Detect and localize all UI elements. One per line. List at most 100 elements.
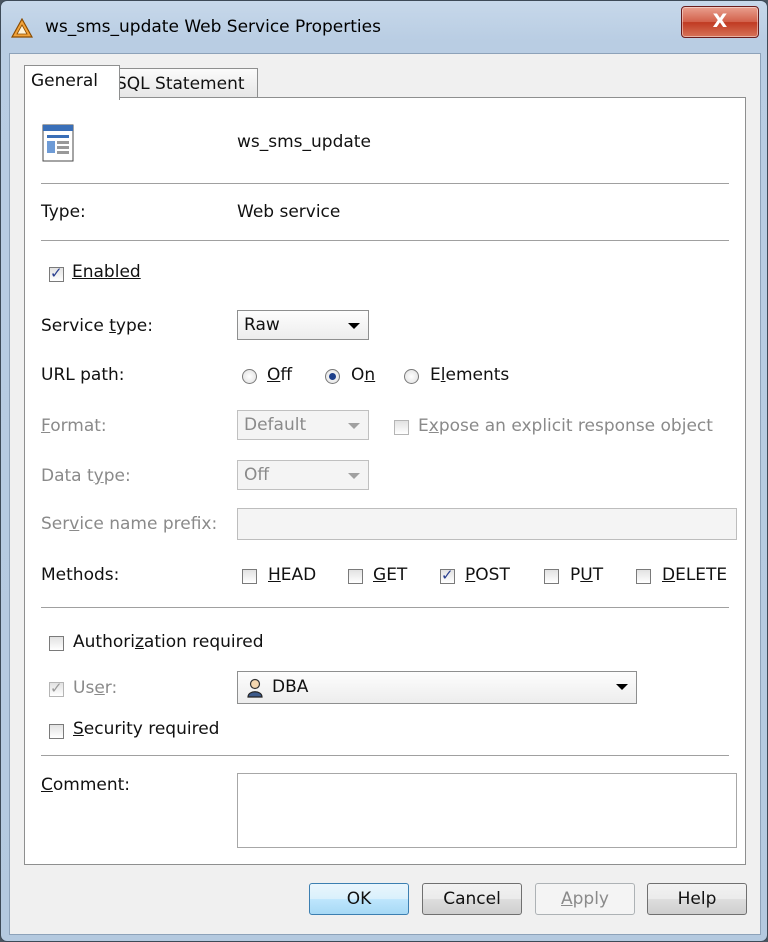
method-head-checkbox[interactable] (242, 569, 257, 584)
user-label[interactable]: User: (73, 678, 117, 698)
label-key: A (560, 889, 573, 909)
label-part: ice name prefix: (79, 514, 218, 534)
enabled-label-text: Enabled (72, 262, 141, 282)
label-key: S (73, 719, 84, 739)
label-part: Us (73, 678, 95, 698)
label-part: EAD (280, 565, 317, 585)
enabled-label[interactable]: Enabled (72, 262, 141, 282)
close-button[interactable]: X (681, 6, 759, 38)
security-checkbox[interactable] (49, 724, 64, 739)
cancel-button[interactable]: Cancel (422, 883, 522, 915)
dialog-window: ws_sms_update Web Service Properties X G… (0, 0, 768, 942)
chevron-down-icon (348, 323, 360, 329)
format-select[interactable]: Default (237, 410, 369, 440)
authorization-checkbox[interactable] (49, 636, 64, 651)
label-key: U (580, 565, 593, 585)
label-part: O (351, 365, 365, 385)
sybase-app-icon (11, 18, 33, 38)
tab-sql-statement[interactable]: SQL Statement (109, 68, 258, 99)
label-part: ELETE (675, 565, 728, 585)
label-part: E (430, 365, 441, 385)
url-path-off-label[interactable]: Off (267, 365, 292, 385)
expose-response-label[interactable]: Expose an explicit response object (418, 416, 713, 436)
label-part: Data t (41, 466, 94, 486)
method-post-label[interactable]: POST (465, 565, 510, 585)
method-get-checkbox[interactable] (348, 569, 363, 584)
label-part: pply (572, 889, 609, 909)
label-key: z (134, 632, 144, 652)
service-type-value: Raw (244, 315, 280, 335)
label-part: pe: (103, 466, 131, 486)
user-select[interactable]: DBA (237, 671, 637, 704)
service-name-prefix-label: Service name prefix: (41, 514, 217, 534)
service-name-prefix-input[interactable] (237, 508, 737, 540)
data-type-label: Data type: (41, 466, 131, 486)
label-key: O (267, 365, 281, 385)
divider (41, 755, 729, 756)
method-delete-checkbox[interactable] (636, 569, 651, 584)
service-type-label: Service type: (41, 316, 153, 336)
data-type-select[interactable]: Off (237, 460, 369, 490)
label-part: Ser (41, 514, 70, 534)
label-part: ff (280, 365, 293, 385)
chevron-down-icon (616, 684, 628, 690)
label-part: Service (41, 316, 110, 336)
label-key: y (93, 466, 104, 486)
title-bar[interactable]: ws_sms_update Web Service Properties X (1, 1, 767, 53)
web-service-icon (42, 124, 74, 162)
comment-label: Comment: (41, 775, 130, 795)
url-path-off-radio[interactable] (242, 369, 257, 384)
enabled-checkbox[interactable] (49, 264, 64, 282)
service-name: ws_sms_update (237, 132, 371, 152)
label-key: x (428, 416, 439, 436)
close-icon: X (712, 10, 728, 32)
label-part: ements (445, 365, 510, 385)
tab-general[interactable]: General (24, 65, 120, 100)
label-key: P (465, 565, 476, 585)
format-label: Format: (41, 416, 107, 436)
dialog-client: General SQL Statement ws_sms_update Type… (9, 53, 761, 935)
method-put-label[interactable]: PUT (570, 565, 603, 585)
apply-button[interactable]: Apply (535, 883, 635, 915)
label-part: E (418, 416, 429, 436)
security-label[interactable]: Security required (73, 719, 219, 739)
cancel-label: Cancel (443, 889, 501, 909)
user-icon (247, 678, 263, 698)
label-part: OST (475, 565, 510, 585)
method-delete-label[interactable]: DELETE (662, 565, 727, 585)
ok-button[interactable]: OK (309, 883, 409, 915)
url-path-label: URL path: (41, 365, 125, 385)
label-part: omment: (52, 775, 131, 795)
url-path-on-radio[interactable] (325, 369, 340, 384)
method-get-label[interactable]: GET (373, 565, 407, 585)
label-part: ype: (115, 316, 153, 336)
format-value: Default (244, 415, 307, 435)
label-part: Authori (73, 632, 135, 652)
chevron-down-icon (348, 473, 360, 479)
label-part: P (570, 565, 581, 585)
label-part: ation required (143, 632, 264, 652)
label-key: H (268, 565, 281, 585)
comment-textarea[interactable] (237, 773, 737, 848)
label-part: ET (386, 565, 408, 585)
help-button[interactable]: Help (647, 883, 747, 915)
service-type-select[interactable]: Raw (237, 310, 369, 340)
expose-response-checkbox[interactable] (394, 420, 409, 435)
label-key: e (94, 678, 105, 698)
label-key: F (41, 416, 51, 436)
method-put-checkbox[interactable] (544, 569, 559, 584)
method-head-label[interactable]: HEAD (268, 565, 316, 585)
url-path-on-label[interactable]: On (351, 365, 375, 385)
label-key: t (109, 316, 116, 336)
general-panel: ws_sms_update Type: Web service Enabled … (24, 97, 746, 865)
label-key: C (41, 775, 53, 795)
user-checkbox[interactable] (49, 679, 64, 697)
divider (41, 183, 729, 184)
url-path-elements-label[interactable]: Elements (430, 365, 509, 385)
chevron-down-icon (348, 423, 360, 429)
method-post-checkbox[interactable] (440, 566, 455, 584)
authorization-label[interactable]: Authorization required (73, 632, 264, 652)
url-path-elements-radio[interactable] (404, 369, 419, 384)
label-key: D (662, 565, 676, 585)
label-part: T (592, 565, 604, 585)
